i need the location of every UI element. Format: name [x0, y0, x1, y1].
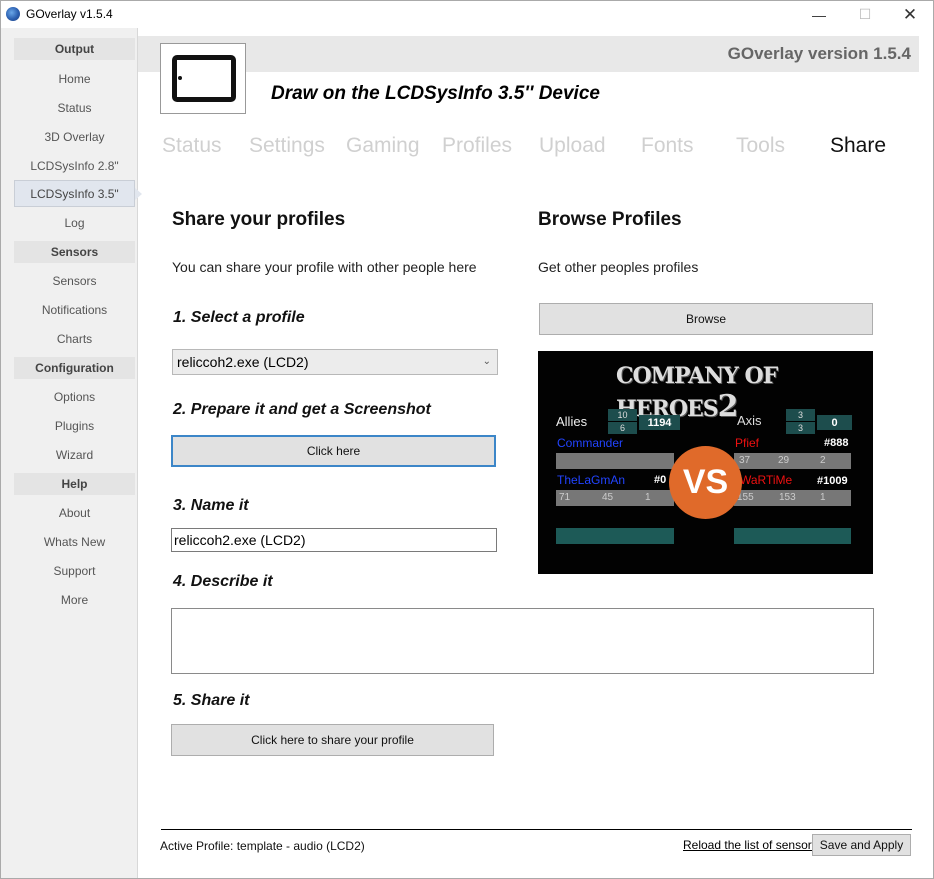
sidebar-item-lcdsysinfo-35[interactable]: LCDSysInfo 3.5": [14, 180, 142, 207]
game-logo-number: 2: [717, 389, 739, 424]
allies-team-bar: [556, 528, 674, 544]
sidebar: Output Home Status 3D Overlay LCDSysInfo…: [1, 28, 142, 878]
app-window: GOverlay v1.5.4 — ☐ ✕ Output Home Status…: [0, 0, 934, 879]
step-share-it: 5. Share it: [173, 692, 250, 709]
share-title: Share your profiles: [172, 209, 346, 230]
axis-stat-3: 1: [820, 492, 826, 503]
pfief-stat-2: 29: [778, 455, 790, 466]
share-profile-button[interactable]: Click here to share your profile: [171, 724, 494, 756]
allies-count-1: 10: [608, 409, 637, 421]
axis-player-pfief: Pfief: [735, 436, 760, 450]
save-and-apply-button[interactable]: Save and Apply: [812, 834, 911, 856]
tab-tools[interactable]: Tools: [736, 134, 785, 158]
allies-player-rank: #0: [654, 474, 667, 486]
minimize-icon[interactable]: —: [796, 1, 842, 28]
header-band: GOverlay version 1.5.4: [138, 36, 919, 72]
sidebar-item-wizard[interactable]: Wizard: [14, 441, 135, 468]
sidebar-item-home[interactable]: Home: [14, 65, 135, 92]
axis-player-name: WaRTiMe: [740, 473, 793, 487]
allies-stat-3: 1: [645, 492, 651, 503]
axis-count-2: 3: [786, 422, 815, 434]
sidebar-header-help: Help: [14, 473, 135, 495]
reload-sensors-link[interactable]: Reload the list of sensors: [683, 838, 818, 852]
sidebar-item-about[interactable]: About: [14, 499, 135, 526]
maximize-icon[interactable]: ☐: [842, 1, 888, 28]
sidebar-item-options[interactable]: Options: [14, 383, 135, 410]
page-title: Draw on the LCDSysInfo 3.5'' Device: [271, 83, 600, 104]
profile-select-value: reliccoh2.exe (LCD2): [177, 354, 309, 370]
sidebar-item-whats-new[interactable]: Whats New: [14, 528, 135, 555]
sidebar-item-log[interactable]: Log: [14, 209, 135, 236]
step-describe-it: 4. Describe it: [173, 573, 273, 590]
allies-label: Allies: [556, 414, 588, 429]
sidebar-item-more[interactable]: More: [14, 586, 135, 613]
chevron-down-icon: ⌄: [482, 356, 491, 367]
tablet-icon: [172, 55, 236, 102]
app-logo-icon: [6, 7, 20, 21]
tab-status[interactable]: Status: [162, 134, 222, 158]
step-select-profile: 1. Select a profile: [173, 309, 305, 326]
axis-team-bar: [734, 528, 851, 544]
sidebar-item-support[interactable]: Support: [14, 557, 135, 584]
sidebar-item-plugins[interactable]: Plugins: [14, 412, 135, 439]
footer-divider: [161, 829, 912, 830]
pfief-stats-bar: 37 29 2: [734, 453, 851, 469]
step-name-it: 3. Name it: [173, 497, 249, 514]
vs-badge: VS: [669, 446, 742, 519]
share-description: You can share your profile with other pe…: [172, 259, 477, 275]
profile-select[interactable]: reliccoh2.exe (LCD2) ⌄: [172, 349, 498, 375]
device-image: [160, 43, 246, 114]
axis-label: Axis: [737, 413, 762, 428]
allies-stat-2: 45: [602, 492, 614, 503]
tab-settings[interactable]: Settings: [249, 134, 325, 158]
allies-player-stats-bar: 71 45 1: [556, 490, 674, 506]
sidebar-item-3d-overlay[interactable]: 3D Overlay: [14, 123, 135, 150]
sidebar-header-configuration: Configuration: [14, 357, 135, 379]
tab-gaming[interactable]: Gaming: [346, 134, 420, 158]
tab-share[interactable]: Share: [830, 134, 886, 158]
allies-stat-1: 71: [559, 492, 571, 503]
sidebar-header-sensors: Sensors: [14, 241, 135, 263]
screenshot-button[interactable]: Click here: [171, 435, 496, 467]
sidebar-item-sensors[interactable]: Sensors: [14, 267, 135, 294]
pfief-stat-3: 2: [820, 455, 826, 466]
sidebar-item-status[interactable]: Status: [14, 94, 135, 121]
sidebar-header-output: Output: [14, 38, 135, 60]
tab-profiles[interactable]: Profiles: [442, 134, 512, 158]
pfief-stat-1: 37: [739, 455, 751, 466]
allies-score: 1194: [639, 415, 680, 430]
title-bar: GOverlay v1.5.4 — ☐ ✕: [1, 1, 933, 28]
axis-score: 0: [817, 415, 852, 430]
version-label: GOverlay version 1.5.4: [727, 44, 911, 63]
allies-player-name: TheLaGmAn: [557, 473, 626, 487]
allies-count-2: 6: [608, 422, 637, 434]
step-prepare-screenshot: 2. Prepare it and get a Screenshot: [173, 401, 431, 418]
active-profile-label: Active Profile: template - audio (LCD2): [160, 839, 365, 853]
window-title: GOverlay v1.5.4: [26, 7, 113, 21]
browse-title: Browse Profiles: [538, 209, 682, 230]
close-icon[interactable]: ✕: [887, 1, 933, 28]
sidebar-item-lcdsysinfo-28[interactable]: LCDSysInfo 2.8": [14, 152, 135, 179]
tab-fonts[interactable]: Fonts: [641, 134, 694, 158]
axis-player-stats-bar: 155 153 1: [734, 490, 851, 506]
sidebar-item-charts[interactable]: Charts: [14, 325, 135, 352]
profile-description-textarea[interactable]: [171, 608, 874, 674]
axis-player-rank: #1009: [817, 475, 848, 487]
browse-button[interactable]: Browse: [539, 303, 873, 335]
axis-count-1: 3: [786, 409, 815, 421]
profile-preview-image: COMPANY OF HEROES2 Allies 10 6 1194 Axis…: [538, 351, 873, 574]
browse-description: Get other peoples profiles: [538, 259, 699, 275]
axis-stat-2: 153: [779, 492, 796, 503]
profile-name-input[interactable]: reliccoh2.exe (LCD2): [171, 528, 497, 552]
allies-commander: Commander: [557, 436, 624, 450]
pfief-rank: #888: [824, 437, 849, 449]
sidebar-item-notifications[interactable]: Notifications: [14, 296, 135, 323]
commander-stats-bar: [556, 453, 674, 469]
tab-upload[interactable]: Upload: [539, 134, 606, 158]
